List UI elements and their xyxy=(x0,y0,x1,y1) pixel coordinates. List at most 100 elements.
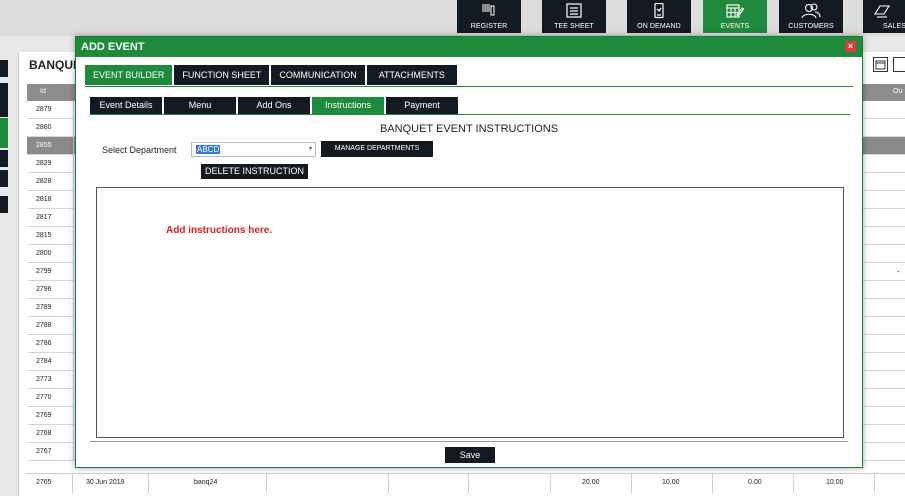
tee-sheet-icon xyxy=(566,3,582,18)
banquet-title: BANQUE xyxy=(29,58,82,72)
tab-event-builder[interactable]: EVENT BUILDER xyxy=(85,65,173,85)
nav-sales-label: SALES xyxy=(883,23,905,30)
row-id: 2860 xyxy=(36,124,52,131)
department-label: Select Department xyxy=(102,145,177,155)
row-id: 2773 xyxy=(36,376,52,383)
calendar-icon[interactable] xyxy=(873,57,888,72)
sub-tabs: Event Details Menu Add Ons Instructions … xyxy=(90,97,458,114)
delete-instruction-button[interactable]: DELETE INSTRUCTION xyxy=(201,164,308,179)
row-right-marker: - xyxy=(897,267,900,276)
tab-underline xyxy=(85,86,853,87)
row-id: 2789 xyxy=(36,304,52,311)
nav-customers-label: CUSTOMERS xyxy=(788,23,834,30)
row-id: 2786 xyxy=(36,340,52,347)
nav-register-button[interactable]: REGISTER xyxy=(457,0,521,33)
subtab-event-details[interactable]: Event Details xyxy=(90,97,162,114)
row-id: 2768 xyxy=(36,430,52,437)
row-id: 2879 xyxy=(36,106,52,113)
column-divider xyxy=(73,173,74,190)
sales-icon xyxy=(874,5,890,18)
column-divider xyxy=(73,209,74,226)
left-menu-stub[interactable] xyxy=(0,100,8,117)
row-id: 2788 xyxy=(36,322,52,329)
column-divider xyxy=(73,335,74,352)
row-id: 2855 xyxy=(36,142,52,149)
column-divider xyxy=(73,281,74,298)
section-title: BANQUET EVENT INSTRUCTIONS xyxy=(379,123,559,135)
nav-tee-sheet-label: TEE SHEET xyxy=(554,23,594,30)
nav-tee-sheet-button[interactable]: TEE SHEET xyxy=(542,0,606,33)
mobile-icon xyxy=(654,3,664,19)
nav-customers-button[interactable]: CUSTOMERS xyxy=(779,0,843,33)
row-id: 2769 xyxy=(36,412,52,419)
manage-departments-button[interactable]: MANAGE DEPARTMENTS xyxy=(321,141,433,157)
column-divider xyxy=(73,317,74,334)
subtab-underline xyxy=(90,114,850,115)
column-divider xyxy=(73,389,74,406)
column-divider xyxy=(73,299,74,316)
column-divider xyxy=(73,353,74,370)
row-id: 2817 xyxy=(36,214,52,221)
department-select[interactable]: ABCD ▾ xyxy=(191,142,316,157)
nav-sales-button[interactable]: SALES xyxy=(863,0,905,33)
tab-attachments[interactable]: ATTACHMENTS xyxy=(366,65,457,85)
nav-on-demand-button[interactable]: ON DEMAND xyxy=(627,0,691,33)
tab-function-sheet[interactable]: FUNCTION SHEET xyxy=(174,65,270,85)
column-divider xyxy=(73,101,74,118)
register-icon xyxy=(482,4,495,16)
column-divider xyxy=(73,407,74,424)
row-id: 2829 xyxy=(36,160,52,167)
header-id: Id xyxy=(40,88,46,95)
top-navigation-bar: REGISTER TEE SHEET ON DEMAND EVENTS CUST… xyxy=(0,0,905,36)
row-value-1: 20.00 xyxy=(582,479,600,486)
column-divider xyxy=(73,191,74,208)
row-id: 2767 xyxy=(36,448,52,455)
main-tabs: EVENT BUILDER FUNCTION SHEET COMMUNICATI… xyxy=(85,65,457,85)
left-menu-stub[interactable] xyxy=(0,60,8,77)
column-divider xyxy=(73,425,74,442)
row-value-2: 10.00 xyxy=(662,479,680,486)
column-divider xyxy=(73,155,74,172)
column-divider xyxy=(73,443,74,460)
nav-register-label: REGISTER xyxy=(470,23,508,30)
column-divider xyxy=(73,119,74,136)
events-icon xyxy=(726,4,744,18)
column-divider xyxy=(73,137,74,154)
subtab-instructions[interactable]: Instructions xyxy=(312,97,384,114)
modal-title: ADD EVENT xyxy=(81,41,145,53)
instructions-editor[interactable]: Add instructions here. xyxy=(96,187,844,438)
close-icon[interactable]: × xyxy=(845,41,856,52)
table-row-last[interactable]: 2765 30 Jun 2019 banq24 20.00 10.00 0.00… xyxy=(26,473,905,493)
nav-events-button[interactable]: EVENTS xyxy=(703,0,767,33)
row-id: 2784 xyxy=(36,358,52,365)
column-divider xyxy=(73,371,74,388)
row-id: 2796 xyxy=(36,286,52,293)
row-value-4: 10.00 xyxy=(826,479,844,486)
row-id: 2765 xyxy=(36,479,52,486)
department-value: ABCD xyxy=(196,145,221,154)
footer-divider xyxy=(90,441,848,442)
row-name: banq24 xyxy=(194,479,218,486)
tab-communication[interactable]: COMMUNICATION xyxy=(271,65,365,85)
row-id: 2799 xyxy=(36,268,52,275)
subtab-payment[interactable]: Payment xyxy=(386,97,458,114)
nav-events-label: EVENTS xyxy=(720,23,750,30)
subtab-add-ons[interactable]: Add Ons xyxy=(238,97,310,114)
left-menu-stub[interactable] xyxy=(0,170,8,187)
column-divider xyxy=(73,263,74,280)
save-button[interactable]: Save xyxy=(445,447,495,463)
left-menu-stub-active[interactable] xyxy=(0,118,8,148)
left-menu-stub[interactable] xyxy=(0,196,8,213)
row-id: 2828 xyxy=(36,178,52,185)
column-divider xyxy=(73,227,74,244)
modal-header: ADD EVENT × xyxy=(76,37,862,57)
header-right: Ou xyxy=(893,88,903,95)
search-icon[interactable] xyxy=(893,57,905,72)
row-date: 30 Jun 2019 xyxy=(86,479,125,486)
left-menu-stub[interactable] xyxy=(0,150,8,167)
row-id: 2818 xyxy=(36,196,52,203)
chevron-down-icon: ▾ xyxy=(308,146,312,152)
column-divider xyxy=(73,245,74,262)
subtab-menu[interactable]: Menu xyxy=(164,97,236,114)
left-menu-stub[interactable] xyxy=(0,83,8,100)
